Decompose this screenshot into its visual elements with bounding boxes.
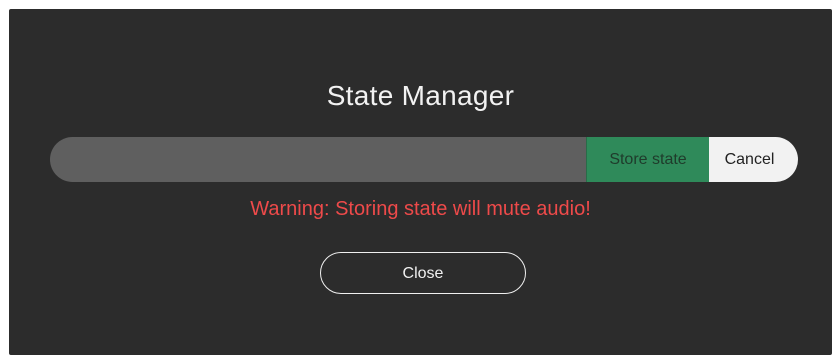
cancel-button[interactable]: Cancel [709,137,798,182]
close-button[interactable]: Close [320,252,526,294]
store-state-row: Store state Cancel [50,137,798,182]
warning-message: Warning: Storing state will mute audio! [250,198,591,220]
state-name-input[interactable] [50,137,586,182]
store-state-button[interactable]: Store state [586,137,709,182]
dialog-title: State Manager [326,80,515,111]
state-manager-dialog: State Manager Store state Cancel Warning… [9,9,832,355]
